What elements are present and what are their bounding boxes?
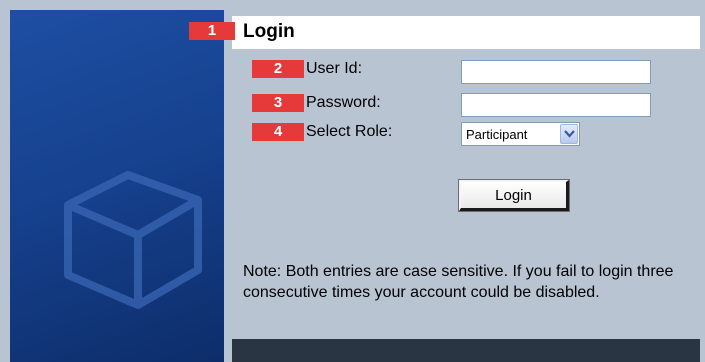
- password-label: Password:: [306, 94, 381, 111]
- login-button[interactable]: Login: [458, 179, 570, 212]
- select-role-label: Select Role:: [306, 123, 393, 140]
- step-badge-1: 1: [189, 22, 235, 40]
- login-header: Login: [232, 16, 700, 49]
- user-id-label: User Id:: [306, 60, 363, 77]
- page-title: Login: [243, 21, 295, 42]
- cube-logo-icon: [64, 171, 202, 309]
- role-selected-value: Participant: [466, 127, 528, 142]
- case-sensitivity-note: Note: Both entries are case sensitive. I…: [243, 263, 674, 301]
- step-badge-3: 3: [252, 94, 304, 112]
- password-input[interactable]: [461, 93, 651, 117]
- step-badge-2: 2: [252, 60, 304, 78]
- footer-bar: [232, 339, 700, 362]
- role-select[interactable]: Participant: [461, 122, 580, 146]
- chevron-down-icon[interactable]: [560, 124, 578, 144]
- left-branding-panel: [10, 10, 224, 362]
- user-id-input[interactable]: [461, 60, 651, 84]
- step-badge-4: 4: [252, 123, 304, 141]
